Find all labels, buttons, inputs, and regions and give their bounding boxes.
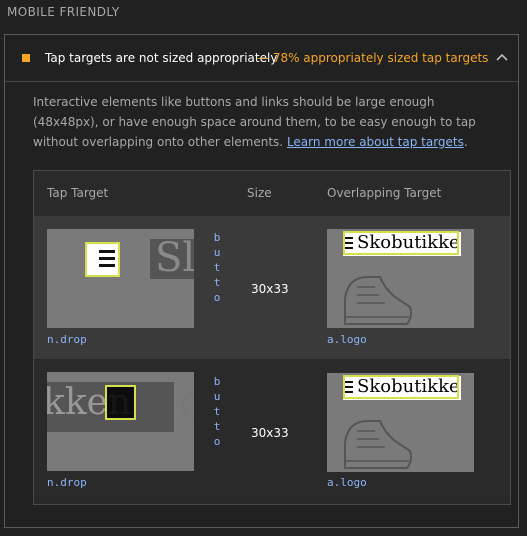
tap-target-screenshot: kken C: [47, 372, 194, 471]
size-value: 30x33: [251, 282, 289, 296]
audit-title: Tap targets are not sized appropriately: [45, 51, 278, 65]
audit-description: Interactive elements like buttons and li…: [33, 92, 499, 152]
column-header-tap-target: Tap Target: [47, 186, 109, 200]
audit-header[interactable]: Tap targets are not sized appropriately …: [5, 35, 518, 82]
table-header: Tap Target Size Overlapping Target: [34, 171, 510, 217]
size-value: 30x33: [251, 426, 289, 440]
overlap-target-screenshot: Skobutikke: [327, 373, 474, 472]
tap-target-node-label: n.drop: [47, 476, 87, 489]
tap-target-highlight: [105, 385, 136, 420]
column-header-overlapping-target: Overlapping Target: [327, 186, 442, 200]
shoe-icon: [344, 420, 412, 469]
overlap-target-node-label: a.logo: [327, 333, 367, 346]
tap-target-highlight: [85, 242, 120, 277]
shoe-icon: [344, 276, 412, 325]
table-row: Sl n.drop butto 30x33 Skobutikke a.logo: [34, 216, 510, 359]
tap-target-snippet: butto: [213, 231, 221, 304]
tap-targets-table: Tap Target Size Overlapping Target Sl n.…: [33, 170, 511, 505]
tap-target-screenshot: Sl: [47, 229, 194, 328]
section-title: MOBILE FRIENDLY: [7, 5, 120, 19]
description-suffix: .: [463, 135, 468, 149]
learn-more-link[interactable]: Learn more about tap targets: [287, 135, 464, 149]
overlap-target-screenshot: Skobutikke: [327, 229, 474, 328]
warning-icon: [22, 54, 30, 62]
logo-fragment: Sl: [155, 235, 194, 281]
tap-target-node-label: n.drop: [47, 333, 87, 346]
chevron-up-icon[interactable]: [495, 52, 509, 62]
tap-targets-audit: Tap targets are not sized appropriately …: [4, 34, 519, 528]
table-row: kken C n.drop butto 30x33 Skobutikke a.l…: [34, 360, 510, 503]
overlap-target-highlight: [343, 231, 459, 255]
overlap-target-node-label: a.logo: [327, 476, 367, 489]
tap-target-snippet: butto: [213, 375, 221, 448]
column-header-size: Size: [247, 186, 272, 200]
audit-display-value: — 78% appropriately sized tap targets: [257, 51, 489, 65]
overlap-target-highlight: [343, 375, 459, 399]
